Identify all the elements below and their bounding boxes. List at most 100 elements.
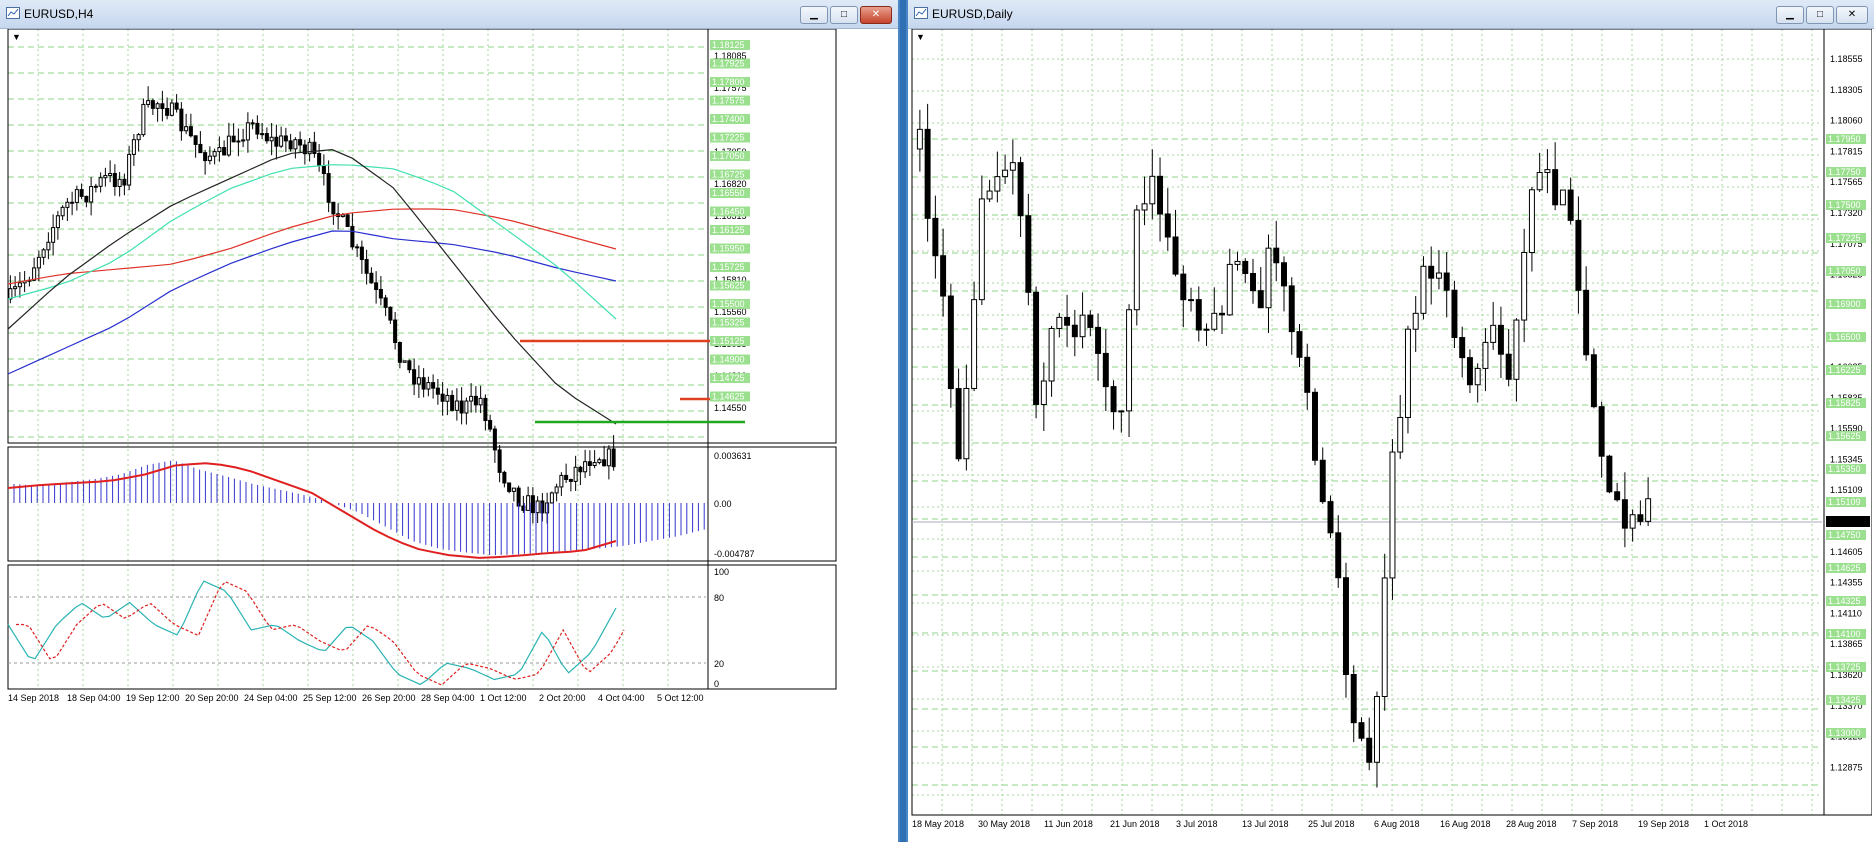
price-candle: [1017, 162, 1024, 217]
price-candle: [188, 126, 193, 137]
time-axis-label: 19 Sep 2018: [1638, 819, 1689, 829]
price-level-tag-label: 1.15625: [1828, 431, 1861, 441]
price-candle: [1071, 324, 1078, 338]
price-level-tag-label: 1.17925: [712, 59, 745, 69]
h4-chart-area[interactable]: ▼1.180851.175751.173251.170501.168201.16…: [0, 29, 898, 842]
price-level-tag-label: 1.14625: [1828, 563, 1861, 573]
price-candle: [583, 461, 588, 473]
price-candle: [478, 397, 483, 406]
price-candle: [350, 225, 355, 248]
price-candle: [568, 478, 573, 482]
price-candle: [1180, 273, 1187, 301]
price-candle: [1118, 410, 1125, 413]
price-level-tag-label: 1.17400: [712, 114, 745, 124]
price-candle: [41, 249, 46, 258]
price-candle: [369, 272, 374, 284]
price-candle: [1040, 380, 1047, 405]
price-candle: [1273, 247, 1280, 264]
price-candle: [554, 486, 559, 494]
price-axis-label: 1.18060: [1830, 116, 1863, 126]
chart-background: [908, 29, 1872, 842]
price-candle: [298, 139, 303, 146]
price-level-tag-label: 1.14100: [1828, 629, 1861, 639]
price-candle: [60, 206, 65, 217]
time-axis-label: 1 Oct 12:00: [480, 693, 527, 703]
daily-chart-window[interactable]: EURUSD,Daily ▁ □ ✕ ▼ 1.18555 1.18305 1.1806…: [906, 0, 1874, 842]
price-level-tag-label: 1.14750: [1828, 530, 1861, 540]
price-candle: [454, 400, 459, 411]
price-candle: [32, 267, 37, 281]
price-candle: [255, 122, 260, 135]
price-candle: [1559, 189, 1566, 206]
price-candle: [1397, 416, 1404, 453]
price-candle: [160, 103, 165, 110]
time-axis-label: 6 Aug 2018: [1374, 819, 1420, 829]
price-candle: [1482, 341, 1489, 369]
h4-chart-window[interactable]: EURUSD,H4 ▁ □ ✕ ▼1.180851.175751.173251.…: [0, 0, 900, 842]
price-candle: [916, 128, 923, 150]
price-level-tag-label: 1.15725: [712, 262, 745, 272]
price-candle: [1575, 219, 1582, 291]
price-candle: [383, 297, 388, 308]
price-candle: [940, 255, 947, 297]
price-candle: [79, 189, 84, 197]
price-candle: [994, 176, 1001, 192]
price-candle: [497, 449, 502, 473]
price-level-tag-label: 1.17225: [1828, 233, 1861, 243]
price-candle: [70, 201, 75, 204]
price-candle: [1257, 290, 1264, 309]
close-button[interactable]: ✕: [860, 6, 892, 24]
price-candle: [1552, 169, 1559, 206]
price-candle: [1188, 299, 1195, 302]
window-titlebar[interactable]: EURUSD,H4 ▁ □ ✕: [0, 0, 898, 29]
price-candle: [288, 140, 293, 150]
price-candle: [274, 136, 279, 147]
price-level-tag-label: 1.15825: [1828, 398, 1861, 408]
window-titlebar[interactable]: EURUSD,Daily ▁ □ ✕: [908, 0, 1874, 29]
price-candle: [587, 461, 592, 466]
price-candle: [1242, 260, 1249, 275]
price-candle: [1009, 162, 1016, 171]
price-level-tag-label: 1.18125: [712, 40, 745, 50]
close-button[interactable]: ✕: [1836, 6, 1868, 24]
price-candle: [473, 395, 478, 406]
time-axis-label: 5 Oct 12:00: [657, 693, 704, 703]
price-candle: [464, 400, 469, 414]
price-candle: [1312, 391, 1318, 461]
price-candle: [1536, 172, 1543, 191]
price-level-tag-label: 1.15125: [712, 336, 745, 346]
price-candle: [141, 103, 146, 136]
price-candle: [65, 201, 70, 208]
price-candle: [963, 387, 970, 460]
price-candle: [155, 103, 160, 109]
minimize-button[interactable]: ▁: [800, 6, 828, 24]
price-candle: [407, 360, 412, 371]
price-level-tag-label: 1.17500: [1828, 200, 1861, 210]
price-axis-label: 1.17565: [1830, 177, 1863, 187]
time-axis-label: 7 Sep 2018: [1572, 819, 1618, 829]
price-candle: [1528, 189, 1535, 254]
price-candle: [488, 420, 493, 430]
price-candle: [1296, 331, 1303, 358]
price-candle: [331, 201, 336, 215]
price-candle: [1033, 291, 1040, 405]
price-candle: [602, 459, 607, 467]
price-level-tag-label: 1.17050: [1828, 266, 1861, 276]
maximize-button[interactable]: □: [1806, 6, 1834, 24]
price-candle: [402, 360, 407, 363]
minimize-button[interactable]: ▁: [1776, 6, 1804, 24]
price-candle: [321, 165, 326, 175]
maximize-button[interactable]: □: [830, 6, 858, 24]
price-candle: [1358, 722, 1365, 739]
price-candle: [1629, 514, 1636, 529]
daily-chart-area[interactable]: ▼1.185551.183051.180601.178151.175651.17…: [908, 29, 1872, 842]
price-candle: [578, 466, 583, 473]
price-candle: [1110, 386, 1117, 413]
price-candle: [507, 482, 512, 492]
price-candle: [416, 377, 421, 385]
price-candle: [236, 140, 241, 143]
chart-window-icon: [6, 7, 20, 19]
window-title: EURUSD,H4: [24, 7, 94, 21]
price-candle: [1195, 299, 1202, 331]
price-candle: [1459, 337, 1466, 359]
